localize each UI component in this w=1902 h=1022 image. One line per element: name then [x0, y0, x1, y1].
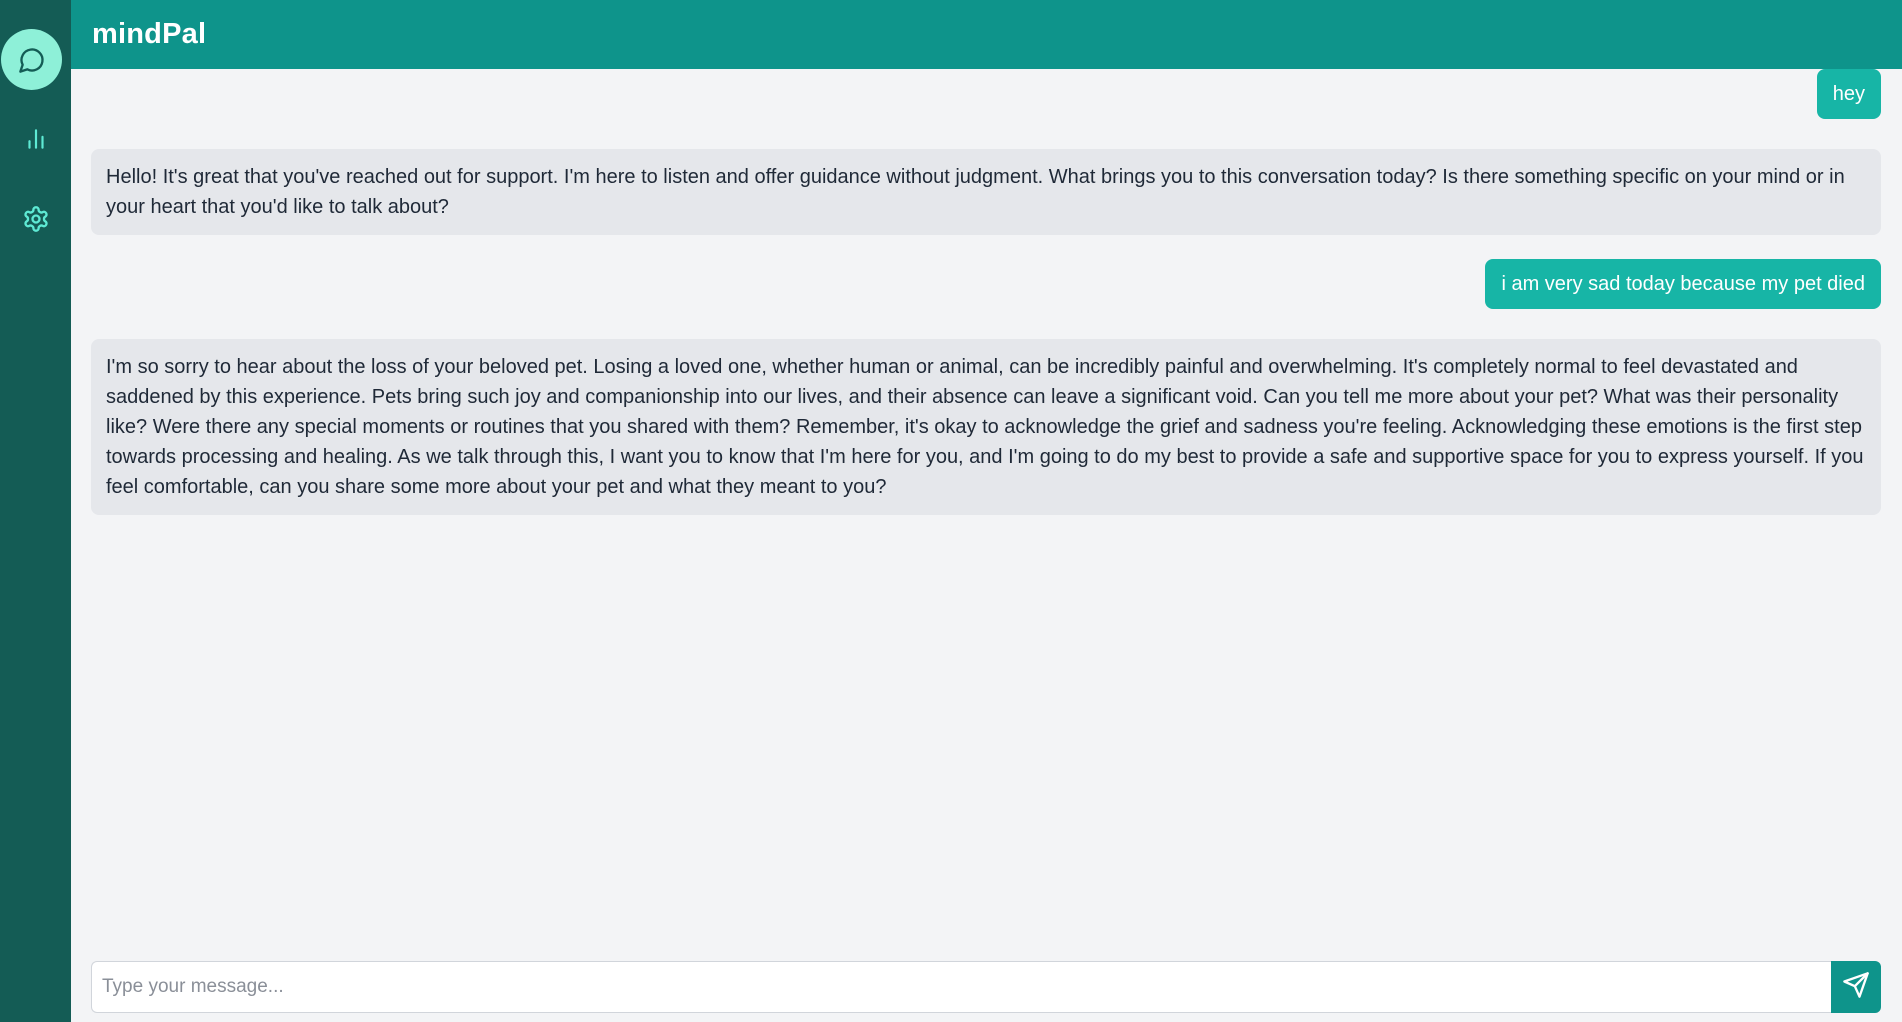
message-input[interactable]	[91, 961, 1831, 1013]
header: mindPal	[71, 0, 1902, 69]
app-title: mindPal	[92, 18, 207, 50]
sidebar	[0, 0, 71, 1022]
send-button[interactable]	[1831, 961, 1881, 1013]
nav-settings-button[interactable]	[16, 199, 56, 239]
user-message: i am very sad today because my pet died	[1485, 259, 1881, 309]
nav-stats-button[interactable]	[16, 119, 56, 159]
bar-chart-icon	[23, 126, 49, 152]
nav-chat-button[interactable]	[1, 29, 62, 90]
gear-icon	[22, 205, 50, 233]
bot-message: Hello! It's great that you've reached ou…	[91, 149, 1881, 235]
chat-messages: hey Hello! It's great that you've reache…	[91, 69, 1881, 1022]
send-icon	[1842, 971, 1870, 1004]
bot-message: I'm so sorry to hear about the loss of y…	[91, 339, 1881, 515]
chat-bubble-icon	[18, 46, 46, 74]
user-message: hey	[1816, 69, 1881, 119]
message-composer	[91, 961, 1881, 1013]
